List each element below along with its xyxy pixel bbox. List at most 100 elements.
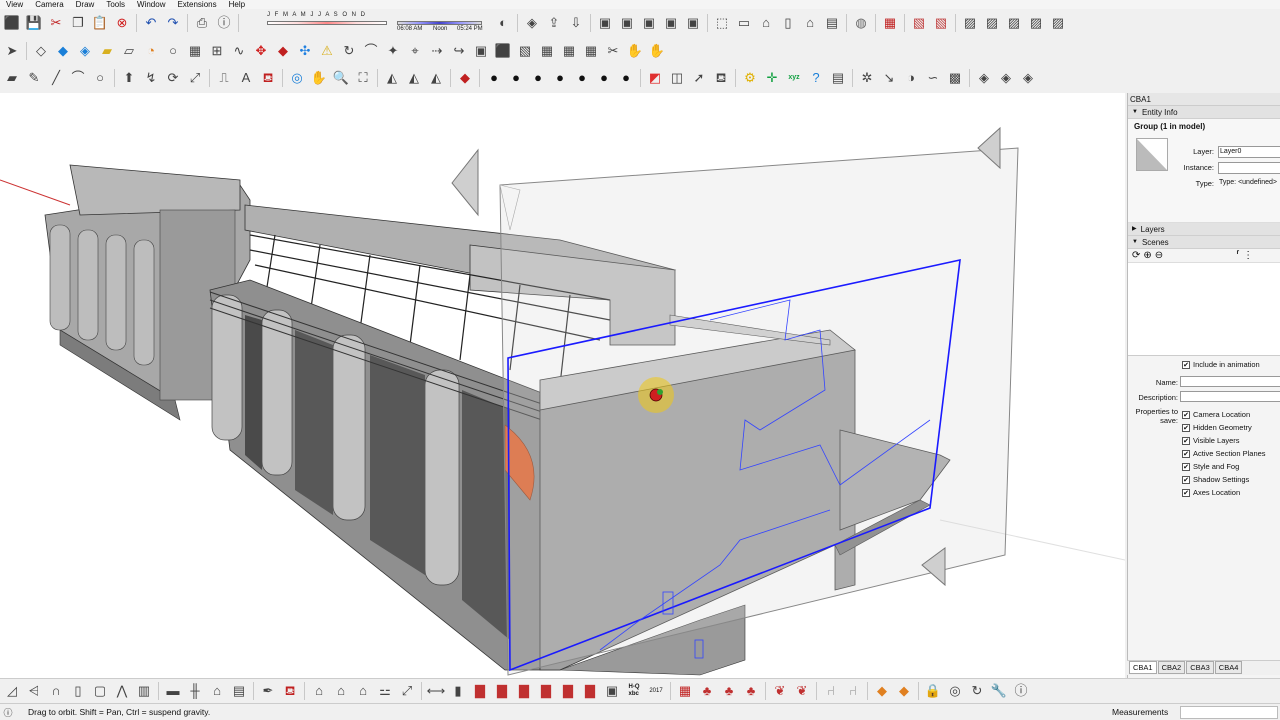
roof-icon[interactable]: ⌂ <box>353 681 373 701</box>
scene-name-input[interactable] <box>1180 376 1280 387</box>
arrow-icon[interactable]: ↘ <box>879 68 899 88</box>
extension-icon[interactable]: ▣ <box>595 13 615 33</box>
wave-icon[interactable]: ∽ <box>923 68 943 88</box>
text-icon[interactable]: A <box>236 68 256 88</box>
window-icon[interactable]: ▢ <box>90 681 110 701</box>
image-icon[interactable]: ▧ <box>515 41 535 61</box>
zoom-extents-icon[interactable]: ⛶ <box>353 68 373 88</box>
wall-icon[interactable]: ▇ <box>470 681 490 701</box>
photo-icon[interactable]: ▨ <box>982 13 1002 33</box>
target-icon[interactable]: ◎ <box>945 681 965 701</box>
property-hidden-geometry-checkbox[interactable]: ✔ Hidden Geometry <box>1182 423 1252 432</box>
cut-icon[interactable]: ✂ <box>46 13 66 33</box>
photo-icon[interactable]: ▨ <box>1004 13 1024 33</box>
model-info-icon[interactable]: ⓘ <box>214 13 234 33</box>
half-circle-icon[interactable]: ◑ <box>901 68 921 88</box>
hq-xbc-icon[interactable]: H-Q xbc <box>624 681 644 701</box>
select-icon[interactable]: ➤ <box>2 41 22 61</box>
scenes-list[interactable] <box>1128 263 1280 356</box>
layers-icon[interactable]: ◆ <box>872 681 892 701</box>
extension-icon[interactable]: ▣ <box>683 13 703 33</box>
bucket-icon[interactable]: ⛾ <box>711 68 731 88</box>
back-view-icon[interactable]: ⌂ <box>800 13 820 33</box>
scene-up-icon[interactable]: ⸢ <box>1236 250 1240 261</box>
wall-icon[interactable]: ▇ <box>558 681 578 701</box>
component-icon[interactable]: ◈ <box>522 13 542 33</box>
model-viewport[interactable] <box>0 93 1125 678</box>
gift-icon[interactable]: ▣ <box>471 41 491 61</box>
scene-tab-cba1[interactable]: CBA1 <box>1129 661 1157 674</box>
help-icon[interactable]: ? <box>806 68 826 88</box>
send-icon[interactable]: ➚ <box>689 68 709 88</box>
chair-icon[interactable]: ⑁ <box>821 681 841 701</box>
move-icon[interactable]: ✥ <box>251 41 271 61</box>
hand-icon[interactable]: ✋ <box>647 41 667 61</box>
section-icon[interactable]: ◩ <box>645 68 665 88</box>
star-icon[interactable]: ✦ <box>383 41 403 61</box>
map-icon[interactable]: ▧ <box>931 13 951 33</box>
scale-icon[interactable]: ⤢ <box>397 681 417 701</box>
push-icon[interactable]: ◆ <box>53 41 73 61</box>
axis-icon[interactable]: ✛ <box>762 68 782 88</box>
pin-icon[interactable]: ⌖ <box>405 41 425 61</box>
style-icon[interactable]: ● <box>594 68 614 88</box>
measurements-input[interactable] <box>1180 706 1278 719</box>
scene-tab-cba3[interactable]: CBA3 <box>1186 661 1214 674</box>
layer-select[interactable]: Layer0 <box>1218 146 1280 158</box>
chart-icon[interactable]: ▤ <box>229 681 249 701</box>
cube-icon[interactable]: ⬛ <box>2 13 22 33</box>
cog-icon[interactable]: ✲ <box>857 68 877 88</box>
layers-header[interactable]: ▶ Layers <box>1128 223 1280 236</box>
extension-icon[interactable]: ▣ <box>661 13 681 33</box>
update-scene-icon[interactable]: ⟳ <box>1132 250 1140 261</box>
left-view-icon[interactable]: ▤ <box>822 13 842 33</box>
shadow-toggle-icon[interactable]: ◐ <box>493 13 513 33</box>
grid-icon[interactable]: ▦ <box>559 41 579 61</box>
tree-icon[interactable]: ♣ <box>741 681 761 701</box>
extension-icon[interactable]: ▣ <box>617 13 637 33</box>
calendar-icon[interactable]: ▦ <box>880 13 900 33</box>
property-visible-layers-checkbox[interactable]: ✔ Visible Layers <box>1182 436 1240 445</box>
zoom-icon[interactable]: 🔍 <box>331 68 351 88</box>
wall-icon[interactable]: ▇ <box>514 681 534 701</box>
view-icon[interactable]: ◈ <box>996 68 1016 88</box>
wall-icon[interactable]: ▇ <box>536 681 556 701</box>
property-style-and-fog-checkbox[interactable]: ✔ Style and Fog <box>1182 462 1239 471</box>
pan-icon[interactable]: ✋ <box>309 68 329 88</box>
wood-icon[interactable]: ▬ <box>163 681 183 701</box>
roof-icon[interactable]: ⌂ <box>331 681 351 701</box>
tape-icon[interactable]: ⎍ <box>214 68 234 88</box>
warning-icon[interactable]: ⚠ <box>317 41 337 61</box>
arrows-icon[interactable]: ✣ <box>295 41 315 61</box>
photo-icon[interactable]: ▨ <box>1026 13 1046 33</box>
sandbox-icon[interactable]: ◭ <box>404 68 424 88</box>
view-icon[interactable]: ◈ <box>1018 68 1038 88</box>
view-icon[interactable]: ◈ <box>974 68 994 88</box>
style-icon[interactable]: ● <box>484 68 504 88</box>
clipboard-icon[interactable]: ▤ <box>828 68 848 88</box>
orbit-icon[interactable]: ◎ <box>287 68 307 88</box>
truss-icon[interactable]: ⋀ <box>112 681 132 701</box>
scene-tab-cba2[interactable]: CBA2 <box>1157 661 1186 674</box>
warehouse-get-icon[interactable]: ⇩ <box>566 13 586 33</box>
rail-icon[interactable]: ╫ <box>185 681 205 701</box>
orientation-icon[interactable]: ◇ <box>31 41 51 61</box>
xyz-icon[interactable]: xyz <box>784 68 804 88</box>
curve-icon[interactable]: ⌒ <box>361 41 381 61</box>
scene-details-icon[interactable]: ⋮ <box>1243 250 1253 261</box>
iso-view-icon[interactable]: ⬚ <box>712 13 732 33</box>
wall-icon[interactable]: ▇ <box>492 681 512 701</box>
extension-icon[interactable]: ▣ <box>639 13 659 33</box>
copy-icon[interactable]: ❐ <box>68 13 88 33</box>
pushpull-icon[interactable]: ⬆ <box>119 68 139 88</box>
paint-icon[interactable]: ⛾ <box>258 68 278 88</box>
add-scene-icon[interactable]: ⊕ <box>1143 250 1151 261</box>
roof-icon[interactable]: ⌂ <box>309 681 329 701</box>
scale-icon[interactable]: ⤢ <box>185 68 205 88</box>
house-icon[interactable]: ⌂ <box>207 681 227 701</box>
scene-description-input[interactable] <box>1180 391 1280 402</box>
extrude-icon[interactable]: ◈ <box>75 41 95 61</box>
door-icon[interactable]: ▯ <box>68 681 88 701</box>
refresh-icon[interactable]: ↻ <box>967 681 987 701</box>
arc-icon[interactable]: ⌒ <box>68 68 88 88</box>
